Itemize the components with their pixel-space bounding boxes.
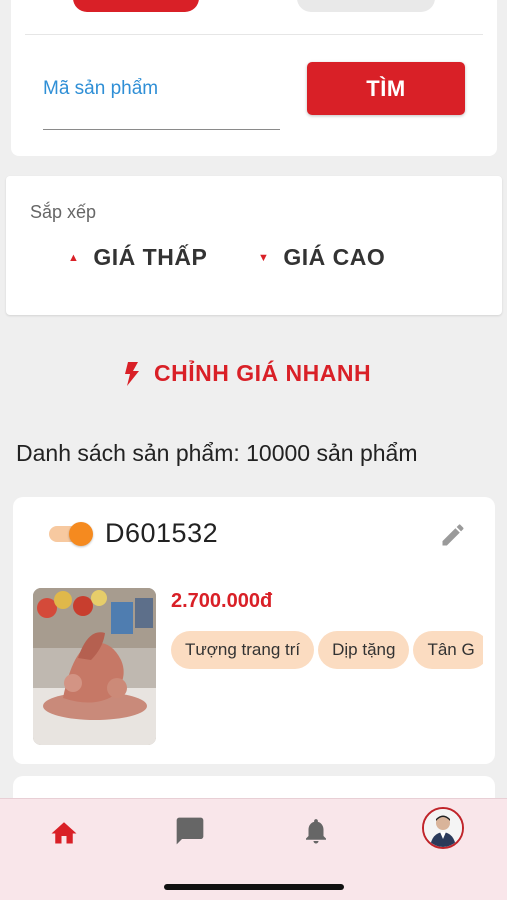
quick-price-label: CHỈNH GIÁ NHANH [154, 360, 372, 386]
lightning-icon [125, 361, 139, 386]
product-card[interactable]: D601532 2.700.000đ Tượng trang trí Dịp tặ… [13, 497, 495, 764]
product-image[interactable] [33, 588, 156, 745]
product-code-input[interactable] [43, 74, 280, 130]
caret-up-icon: ▲ [68, 251, 80, 264]
nav-profile-avatar[interactable] [422, 807, 464, 849]
sort-price-high-label: GIÁ CAO [283, 244, 386, 270]
quick-price-button[interactable]: CHỈNH GIÁ NHANH [124, 360, 371, 387]
find-button[interactable]: TÌM [307, 62, 465, 115]
home-icon [51, 822, 77, 844]
caret-down-icon: ▼ [258, 251, 270, 264]
sort-price-low-label: GIÁ THẤP [93, 244, 208, 270]
nav-notifications[interactable] [296, 811, 336, 851]
product-active-toggle[interactable] [49, 522, 93, 546]
tag[interactable]: Tân G [413, 631, 483, 669]
tag[interactable]: Tượng trang trí [171, 631, 315, 669]
product-code: D601532 [105, 518, 219, 548]
toggle-knob [69, 522, 93, 546]
avatar [424, 809, 462, 847]
tag[interactable]: Dịp tặng [318, 631, 410, 669]
search-card: TÌM [11, 0, 497, 156]
product-tags: Tượng trang trí Dịp tặng Tân G [171, 631, 483, 671]
filter-tab-inactive[interactable] [297, 0, 435, 12]
filter-tab-active[interactable] [73, 0, 199, 12]
product-photo [33, 588, 156, 745]
nav-messages[interactable] [170, 811, 210, 851]
edit-pencil-icon[interactable] [439, 521, 467, 549]
home-indicator [164, 884, 344, 890]
sort-price-low-button[interactable]: ▲ GIÁ THẤP [68, 244, 207, 271]
product-list-title: Danh sách sản phẩm: 10000 sản phẩm [16, 440, 418, 466]
sort-label: Sắp xếp [30, 202, 97, 222]
sort-card: Sắp xếp ▲ GIÁ THẤP ▼ GIÁ CAO [6, 176, 502, 315]
bell-icon [306, 819, 326, 844]
chat-icon [176, 817, 204, 845]
nav-home[interactable] [44, 811, 84, 851]
product-price: 2.700.000đ [171, 590, 273, 612]
sort-price-high-button[interactable]: ▼ GIÁ CAO [258, 244, 385, 271]
divider [25, 34, 483, 35]
